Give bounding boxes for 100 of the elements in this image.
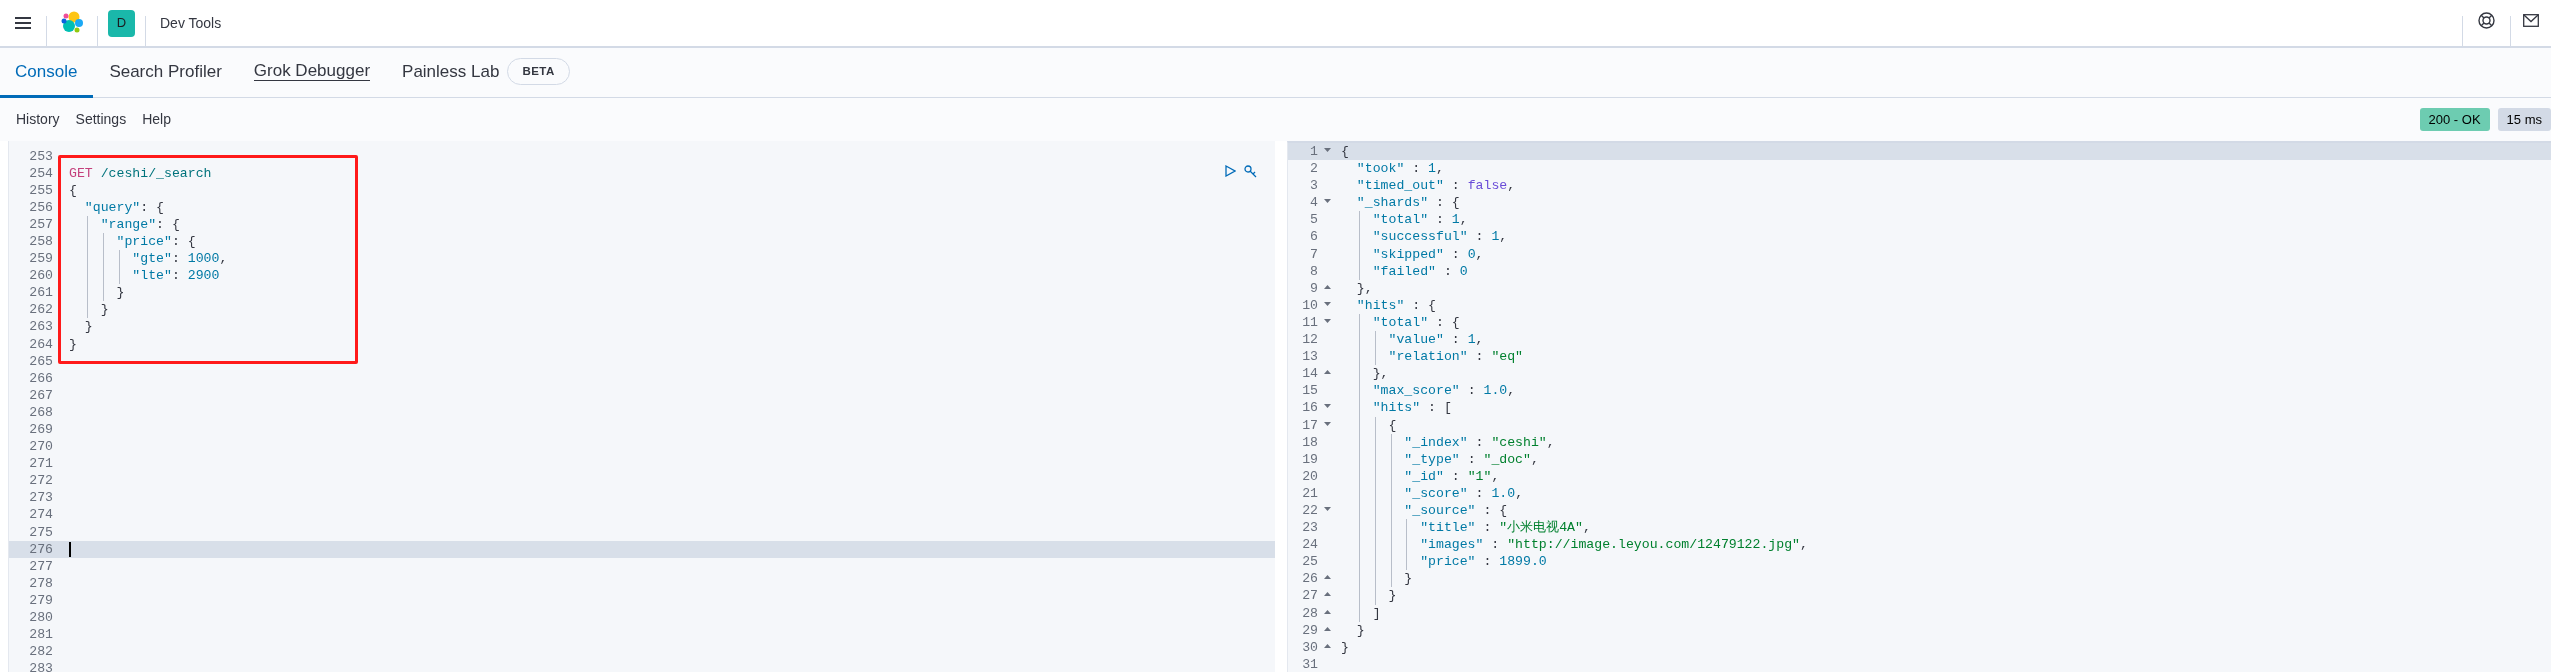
line-number: 267 <box>29 386 53 404</box>
code-line: "_shards" : { <box>1355 195 1460 211</box>
collapse-icon[interactable] <box>1324 506 1331 511</box>
line-number: 26 <box>1302 570 1318 588</box>
menu-link[interactable]: Settings <box>75 109 127 130</box>
line-number: 5 <box>1310 211 1318 229</box>
line-number: 10 <box>1302 296 1318 314</box>
code-line: } <box>1341 639 1349 655</box>
code-line: ] <box>1371 605 1381 621</box>
expand-icon[interactable] <box>1324 609 1331 614</box>
menu-link[interactable]: History <box>16 109 60 130</box>
code-line: "_source" : { <box>1403 502 1508 518</box>
page-title: Dev Tools <box>160 13 222 33</box>
line-number: 265 <box>29 352 53 370</box>
line-number: 255 <box>29 181 53 199</box>
line-number: 4 <box>1310 194 1318 212</box>
line-number: 11 <box>1302 313 1318 332</box>
line-number: 19 <box>1302 450 1318 468</box>
code-line: { <box>1341 144 1349 159</box>
menu-icon <box>15 16 31 30</box>
code-line: "total" : { <box>1371 314 1460 330</box>
code-line: } <box>69 336 77 352</box>
line-number: 283 <box>29 660 53 672</box>
expand-icon[interactable] <box>1324 575 1331 580</box>
line-number: 21 <box>1302 484 1318 502</box>
line-number: 272 <box>29 472 53 490</box>
code-line: "hits" : { <box>1355 297 1436 313</box>
menu-link[interactable]: Help <box>142 109 171 130</box>
line-number: 258 <box>29 232 53 251</box>
line-number: 282 <box>29 643 53 661</box>
line-number: 275 <box>29 523 53 541</box>
code-line: "_id" : "1", <box>1403 468 1500 484</box>
line-number: 16 <box>1302 399 1318 417</box>
collapse-icon[interactable] <box>1324 318 1331 323</box>
code-line: "title" : "小米电视4A", <box>1419 520 1591 536</box>
code-line: } <box>1355 622 1365 638</box>
code-line: "timed_out" : false, <box>1355 178 1516 194</box>
line-number: 260 <box>29 267 53 285</box>
code-line: "price" : 1899.0 <box>1419 554 1547 570</box>
code-line: "successful" : 1, <box>1371 229 1508 245</box>
line-number: 24 <box>1302 536 1318 554</box>
line-number: 28 <box>1302 604 1318 622</box>
code-line: "lte": 2900 <box>131 268 220 284</box>
expand-icon[interactable] <box>1324 592 1331 597</box>
code-line: { <box>69 182 77 198</box>
line-number: 6 <box>1310 228 1318 246</box>
time-badge: 15 ms <box>2497 107 2551 132</box>
code-line: } <box>115 285 125 301</box>
collapse-icon[interactable] <box>1324 404 1331 409</box>
line-number: 14 <box>1302 365 1318 383</box>
logo-icon[interactable] <box>60 11 84 35</box>
line-number: 269 <box>29 421 53 439</box>
code-line: "hits" : [ <box>1371 400 1452 416</box>
line-number: 9 <box>1310 279 1318 297</box>
line-number: 262 <box>29 301 53 319</box>
code-line: "query": { <box>83 199 164 215</box>
collapse-icon[interactable] <box>1324 199 1331 204</box>
line-number: 273 <box>29 489 53 507</box>
line-number: 277 <box>29 557 53 575</box>
collapse-icon[interactable] <box>1324 148 1331 152</box>
code-line: "_type" : "_doc", <box>1403 451 1539 467</box>
expand-icon[interactable] <box>1324 370 1331 375</box>
code-line: } <box>1387 588 1397 604</box>
line-number: 18 <box>1302 433 1318 451</box>
line-number: 279 <box>29 591 53 610</box>
code-line: "images" : "http://image.leyou.com/12479122.jpg", <box>1419 537 1808 553</box>
line-number: 266 <box>29 369 53 387</box>
play-icon[interactable] <box>1225 165 1236 177</box>
line-number: 257 <box>29 215 53 233</box>
help-icon <box>2478 11 2495 29</box>
line-number: 270 <box>29 438 53 456</box>
expand-icon[interactable] <box>1324 626 1331 631</box>
tab[interactable]: Painless Lab BETA <box>386 48 586 98</box>
mail-icon <box>2523 13 2539 27</box>
code-line: "failed" : 0 <box>1371 263 1468 279</box>
expand-icon[interactable] <box>1324 284 1331 289</box>
line-number: 25 <box>1302 553 1318 571</box>
code-line: "_score" : 1.0, <box>1403 485 1524 501</box>
line-number: 23 <box>1302 519 1318 537</box>
space-avatar[interactable]: D <box>108 9 135 37</box>
expand-icon[interactable] <box>1324 643 1331 648</box>
line-number: 17 <box>1302 416 1318 434</box>
tab[interactable]: Grok Debugger <box>237 48 387 98</box>
line-number: 253 <box>29 147 53 165</box>
code-line: "gte": 1000, <box>131 251 228 267</box>
collapse-icon[interactable] <box>1324 421 1331 426</box>
line-number: 22 <box>1302 501 1318 520</box>
line-number: 263 <box>29 318 53 336</box>
code-line: }, <box>1355 280 1373 296</box>
line-number: 7 <box>1310 245 1318 263</box>
line-number: 276 <box>29 540 53 558</box>
code-line: "skipped" : 0, <box>1371 246 1484 262</box>
line-number: 256 <box>29 198 53 216</box>
status-badge: 200 - OK <box>2419 107 2490 132</box>
line-number: 8 <box>1310 262 1318 280</box>
line-number: 2 <box>1310 160 1318 178</box>
tab[interactable]: Search Profiler <box>93 48 238 98</box>
code-line: "range": { <box>99 216 180 232</box>
collapse-icon[interactable] <box>1324 301 1331 306</box>
line-number: 3 <box>1310 177 1318 195</box>
